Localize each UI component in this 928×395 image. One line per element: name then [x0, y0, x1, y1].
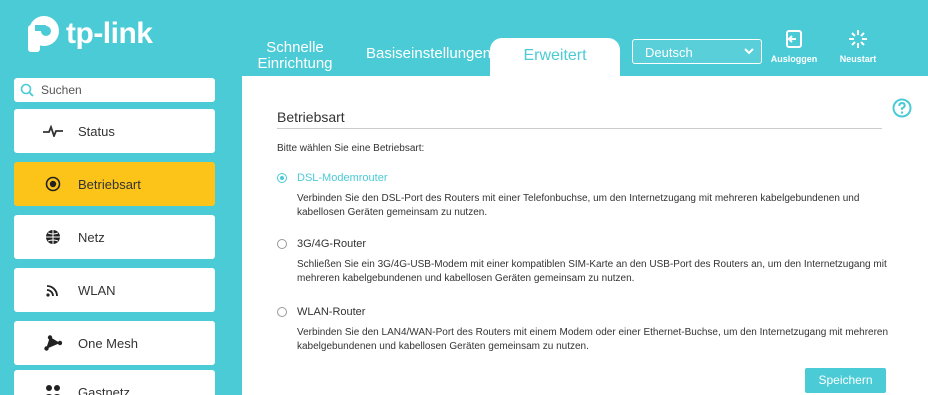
save-button[interactable]: Speichern	[805, 368, 886, 393]
option-head[interactable]: WLAN-Router	[277, 306, 897, 318]
logout-icon	[764, 28, 824, 52]
sidebar-item-betriebsart[interactable]: Betriebsart	[14, 162, 215, 206]
reboot-icon	[828, 28, 888, 52]
language-value: Deutsch	[645, 45, 693, 60]
option-3g-4g-router: 3G/4G-Router Schließen Sie ein 3G/4G-USB…	[277, 238, 897, 286]
sidebar-item-label: Betriebsart	[78, 176, 141, 192]
option-description: Schließen Sie ein 3G/4G-USB-Modem mit ei…	[297, 259, 887, 284]
option-description: Verbinden Sie den LAN4/WAN-Port des Rout…	[297, 327, 889, 352]
radio-dsl-modemrouter[interactable]	[277, 173, 287, 183]
sidebar-item-label: Netz	[78, 229, 105, 245]
option-wlan-router: WLAN-Router Verbinden Sie den LAN4/WAN-P…	[277, 306, 897, 354]
wifi-icon	[42, 282, 64, 298]
logo-text: tp-link	[66, 17, 153, 50]
tab-advanced[interactable]: Erweitert	[490, 38, 620, 76]
option-description: Verbinden Sie den DSL-Port des Routers m…	[297, 193, 860, 218]
language-select[interactable]: Deutsch	[632, 39, 762, 64]
chevron-down-icon	[743, 44, 755, 61]
tp-link-logo-icon	[18, 14, 62, 54]
sidebar: Suchen Status Betriebsart Netz WLAN One …	[0, 76, 232, 395]
tab-basic-settings[interactable]: Basiseinstellungen	[366, 46, 491, 62]
logout-button[interactable]: Ausloggen	[764, 28, 824, 64]
option-head[interactable]: 3G/4G-Router	[277, 238, 897, 250]
sidebar-item-label: Status	[78, 123, 115, 139]
logout-label: Ausloggen	[770, 54, 818, 64]
radio-3g-4g-router[interactable]	[277, 239, 287, 249]
section-title: Betriebsart	[277, 109, 345, 125]
sidebar-item-label: Gastnetz	[78, 384, 131, 395]
globe-icon	[42, 229, 64, 245]
mode-prompt: Bitte wählen Sie eine Betriebsart:	[277, 143, 425, 154]
main-content: Betriebsart Bitte wählen Sie eine Betrie…	[242, 76, 928, 395]
sidebar-item-netz[interactable]: Netz	[14, 215, 215, 259]
option-label: WLAN-Router	[297, 306, 366, 318]
mode-icon	[42, 176, 64, 192]
sidebar-item-gastnetz[interactable]: Gastnetz	[14, 370, 215, 395]
sidebar-item-wlan[interactable]: WLAN	[14, 268, 215, 312]
reboot-button[interactable]: Neustart	[828, 28, 888, 64]
option-label: 3G/4G-Router	[297, 238, 367, 250]
section-divider	[277, 128, 882, 129]
search-input[interactable]: Suchen	[14, 78, 215, 102]
guests-icon	[42, 384, 64, 395]
pulse-icon	[42, 125, 64, 137]
tab-quick-setup[interactable]: Schnelle Einrichtung	[249, 40, 341, 72]
sidebar-item-one-mesh[interactable]: One Mesh	[14, 321, 215, 365]
radio-wlan-router[interactable]	[277, 307, 287, 317]
sidebar-item-status[interactable]: Status	[14, 109, 215, 153]
search-icon	[20, 83, 34, 97]
reboot-label: Neustart	[839, 54, 877, 64]
mesh-icon	[42, 335, 64, 351]
option-head[interactable]: DSL-Modemrouter	[277, 172, 897, 184]
tp-link-logo[interactable]: tp-link	[18, 14, 153, 54]
option-dsl-modemrouter: DSL-Modemrouter Verbinden Sie den DSL-Po…	[277, 172, 897, 220]
search-placeholder: Suchen	[41, 83, 82, 97]
header: tp-link Schnelle Einrichtung Basiseinste…	[0, 0, 928, 76]
help-icon[interactable]	[892, 98, 912, 123]
sidebar-item-label: One Mesh	[78, 335, 138, 351]
option-label: DSL-Modemrouter	[297, 172, 388, 184]
sidebar-item-label: WLAN	[78, 282, 116, 298]
